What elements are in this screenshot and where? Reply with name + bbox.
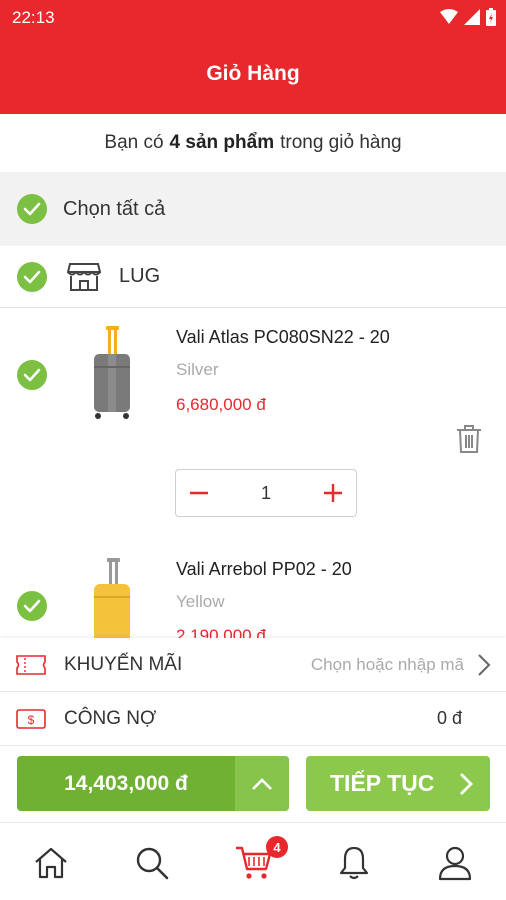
check-icon xyxy=(23,270,41,283)
increase-button[interactable] xyxy=(310,470,356,516)
store-icon xyxy=(67,262,101,291)
home-icon xyxy=(35,847,67,879)
cart-item: Vali Atlas PC080SN22 - 20 Silver 6,680,0… xyxy=(0,308,506,538)
voucher-icon xyxy=(16,654,46,675)
user-icon xyxy=(438,846,472,881)
debt-row: $ CÔNG NỢ 0 đ xyxy=(0,692,506,746)
product-name[interactable]: Vali Atlas PC080SN22 - 20 xyxy=(176,327,390,348)
promo-label: KHUYẾN MÃI xyxy=(64,653,183,675)
chevron-up-icon xyxy=(252,777,272,790)
trash-icon[interactable] xyxy=(455,424,483,454)
shop-checkbox[interactable] xyxy=(17,261,47,292)
continue-button[interactable]: TIẾP TỤC xyxy=(306,756,490,811)
chevron-right-icon[interactable] xyxy=(474,653,494,677)
product-price: 2,190,000 đ xyxy=(176,626,266,638)
nav-notifications[interactable] xyxy=(334,843,374,883)
money-icon: $ xyxy=(16,708,46,729)
status-bar: 22:13 xyxy=(0,0,506,34)
bottom-nav: 4 xyxy=(0,822,506,900)
summary-suffix: trong giỏ hàng xyxy=(280,132,402,153)
plus-icon xyxy=(323,484,342,502)
quantity-stepper: 1 xyxy=(175,469,357,517)
item-checkbox[interactable] xyxy=(17,360,47,390)
battery-icon xyxy=(486,8,496,26)
select-all-row[interactable]: Chọn tất cả xyxy=(0,172,506,246)
nav-account[interactable] xyxy=(435,843,475,883)
total-amount: 14,403,000 đ xyxy=(64,771,188,795)
promo-input-placeholder[interactable]: Chọn hoặc nhập mã xyxy=(311,655,464,675)
select-all-checkbox[interactable] xyxy=(17,194,47,224)
chevron-right-icon xyxy=(460,773,473,795)
nav-home[interactable] xyxy=(31,843,71,883)
svg-text:$: $ xyxy=(28,713,35,727)
product-variant: Yellow xyxy=(176,592,225,611)
product-price: 6,680,000 đ xyxy=(176,395,266,414)
debt-label: CÔNG NỢ xyxy=(64,707,157,729)
product-image-yellow-suitcase[interactable] xyxy=(84,558,140,638)
item-checkbox[interactable] xyxy=(17,591,47,621)
quantity-value[interactable]: 1 xyxy=(261,483,271,504)
debt-value: 0 đ xyxy=(436,708,462,728)
shop-name: LUG xyxy=(119,265,161,287)
status-time: 22:13 xyxy=(12,8,55,27)
decrease-button[interactable] xyxy=(176,470,222,516)
bell-icon xyxy=(339,846,369,880)
page-title: Giỏ Hàng xyxy=(206,62,300,85)
wifi-icon xyxy=(440,9,458,24)
cart-badge: 4 xyxy=(266,836,288,858)
continue-label: TIẾP TỤC xyxy=(330,770,435,796)
check-icon xyxy=(23,599,41,613)
promo-row[interactable]: KHUYẾN MÃI Chọn hoặc nhập mã xyxy=(0,638,506,692)
checkout-panel: KHUYẾN MÃI Chọn hoặc nhập mã $ CÔNG NỢ 0… xyxy=(0,638,506,822)
summary-prefix: Bạn có xyxy=(104,132,164,153)
minus-icon xyxy=(190,491,208,495)
check-icon xyxy=(23,202,41,216)
product-variant: Silver xyxy=(176,360,219,379)
product-name[interactable]: Vali Arrebol PP02 - 20 xyxy=(176,559,352,580)
cart-summary: Bạn có 4 sản phẩm trong giỏ hàng xyxy=(0,114,506,172)
nav-search[interactable] xyxy=(132,843,172,883)
search-icon xyxy=(136,847,169,880)
select-all-label: Chọn tất cả xyxy=(63,197,166,220)
cart-item: Vali Arrebol PP02 - 20 Yellow 2,190,000 … xyxy=(0,538,506,638)
total-button[interactable]: 14,403,000 đ xyxy=(17,756,289,811)
summary-count: 4 sản phẩm xyxy=(169,132,275,153)
system-icons xyxy=(440,8,496,26)
signal-icon xyxy=(464,9,480,25)
check-icon xyxy=(23,368,41,382)
shop-row[interactable]: LUG xyxy=(0,246,506,308)
expand-total-button[interactable] xyxy=(235,756,289,811)
product-image-silver-suitcase[interactable] xyxy=(84,326,140,426)
app-header: Giỏ Hàng xyxy=(0,34,506,114)
